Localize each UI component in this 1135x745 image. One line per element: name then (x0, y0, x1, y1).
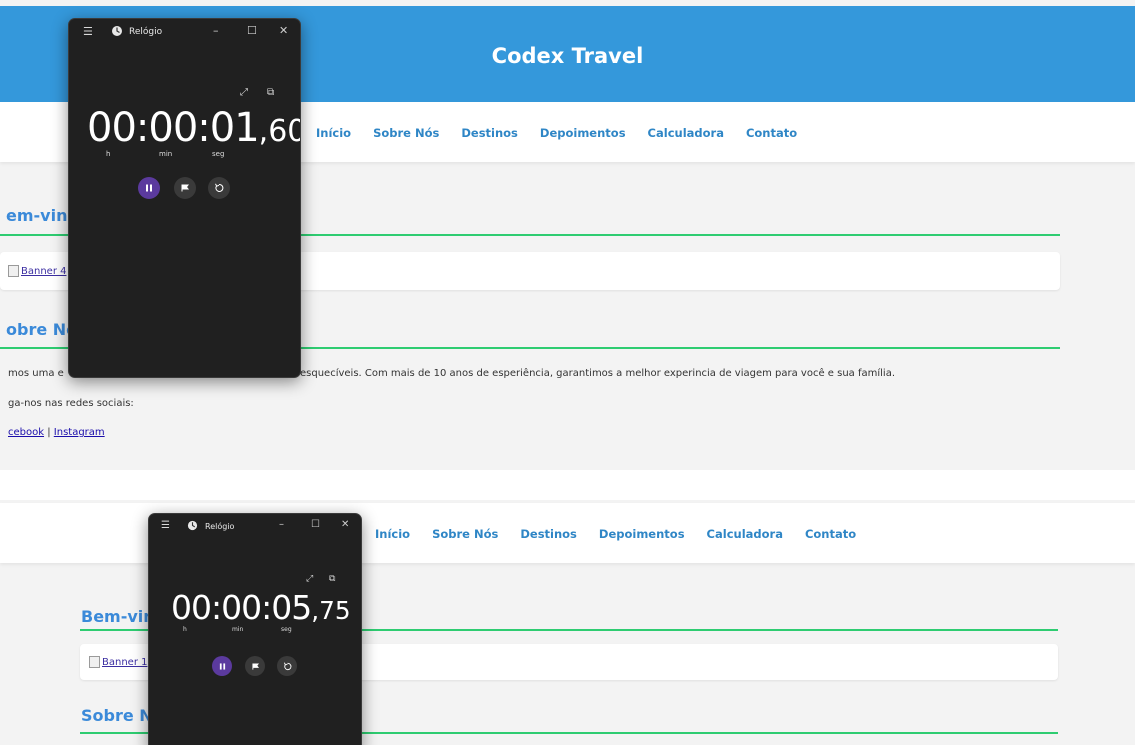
compact-overlay-icon[interactable]: ⧉ (267, 87, 274, 98)
lap-button[interactable] (174, 177, 196, 199)
clock-titlebar[interactable]: ☰ Relógio – ☐ ✕ (69, 19, 300, 47)
stopwatch-fraction: ,60 (258, 114, 300, 149)
pause-button[interactable] (138, 177, 160, 199)
nav-destinos[interactable]: Destinos (520, 527, 577, 541)
nav-menu: Início Sobre Nós Destinos Depoimentos Ca… (316, 126, 797, 140)
broken-image-icon (89, 656, 100, 668)
facebook-link[interactable]: cebook (8, 427, 44, 438)
unit-minutes: min (159, 150, 173, 158)
nav-contato[interactable]: Contato (805, 527, 856, 541)
compact-overlay-icon[interactable]: ⧉ (329, 574, 335, 584)
banner-link[interactable]: Banner 1 (89, 656, 147, 668)
stopwatch-time: 00:00:05,75 (171, 588, 351, 627)
nav-depoimentos[interactable]: Depoimentos (599, 527, 685, 541)
unit-seconds: seg (281, 626, 292, 633)
hamburger-menu-icon[interactable]: ☰ (161, 520, 170, 531)
about-text-start: mos uma e (8, 368, 64, 379)
clock-app-title: Relógio (129, 27, 163, 37)
stopwatch-time: 00:00:01,60 (87, 105, 300, 151)
nav-destinos[interactable]: Destinos (461, 126, 518, 140)
expand-icon[interactable]: ⤢ (306, 574, 313, 584)
nav-calculadora[interactable]: Calculadora (648, 126, 724, 140)
close-icon[interactable]: ✕ (279, 24, 288, 37)
social-links: cebook | Instagram (8, 427, 105, 438)
minimize-icon[interactable]: – (279, 519, 284, 530)
pause-button[interactable] (212, 656, 232, 676)
nav-calculadora[interactable]: Calculadora (707, 527, 783, 541)
clock-window[interactable]: ☰ Relógio – ☐ ✕ ⤢ ⧉ 00:00:05,75 h min se… (148, 513, 362, 745)
close-icon[interactable]: ✕ (341, 519, 349, 530)
stopwatch-main: 00:00:01 (87, 105, 260, 151)
reset-button[interactable] (277, 656, 297, 676)
screenshot-bottom: Início Sobre Nós Destinos Depoimentos Ca… (0, 500, 1135, 745)
flag-icon (181, 184, 189, 192)
clock-titlebar[interactable]: ☰ Relógio – ☐ ✕ (149, 514, 361, 542)
reset-button[interactable] (208, 177, 230, 199)
clock-app-icon (112, 26, 122, 36)
expand-icon[interactable]: ⤢ (240, 87, 248, 98)
reset-icon (283, 662, 291, 670)
nav-sobre-nos[interactable]: Sobre Nós (432, 527, 498, 541)
banner-alt-text: Banner 1 (102, 656, 148, 668)
nav-sobre-nos[interactable]: Sobre Nós (373, 126, 439, 140)
about-heading: obre Nó (6, 320, 78, 339)
clock-app-icon (187, 520, 198, 531)
nav-inicio[interactable]: Início (316, 126, 351, 140)
screenshot-top: Codex Travel Início Sobre Nós Destinos D… (0, 0, 1135, 470)
banner-link[interactable]: Banner 4 (8, 265, 66, 277)
nav-depoimentos[interactable]: Depoimentos (540, 126, 626, 140)
pause-icon (219, 662, 225, 670)
banner-alt-text: Banner 4 (21, 265, 67, 277)
lap-button[interactable] (245, 656, 265, 676)
maximize-icon[interactable]: ☐ (311, 519, 320, 530)
pause-icon (146, 184, 152, 192)
about-text-end: esquecíveis. Com mais de 10 anos de espe… (300, 368, 896, 379)
nav-inicio[interactable]: Início (375, 527, 410, 541)
hamburger-menu-icon[interactable]: ☰ (83, 25, 93, 38)
clock-app-title: Relógio (205, 522, 235, 531)
reset-icon (215, 183, 224, 192)
nav-menu: Início Sobre Nós Destinos Depoimentos Ca… (375, 527, 856, 541)
unit-hours: h (106, 150, 111, 158)
welcome-heading: em-vin (6, 206, 68, 225)
stopwatch-main: 00:00:05 (171, 588, 312, 627)
broken-image-icon (8, 265, 19, 277)
minimize-icon[interactable]: – (213, 24, 219, 37)
flag-icon (251, 662, 259, 670)
stopwatch-fraction: ,75 (311, 596, 351, 625)
unit-seconds: seg (212, 150, 225, 158)
link-separator: | (47, 427, 51, 438)
unit-hours: h (183, 626, 187, 633)
social-text: ga-nos nas redes sociais: (8, 398, 134, 409)
clock-window[interactable]: ☰ Relógio – ☐ ✕ ⤢ ⧉ 00:00:01,60 h min se… (68, 18, 301, 378)
unit-minutes: min (232, 626, 244, 633)
instagram-link[interactable]: Instagram (54, 427, 105, 438)
welcome-heading: Bem-vin (81, 607, 155, 626)
nav-contato[interactable]: Contato (746, 126, 797, 140)
maximize-icon[interactable]: ☐ (247, 24, 257, 37)
